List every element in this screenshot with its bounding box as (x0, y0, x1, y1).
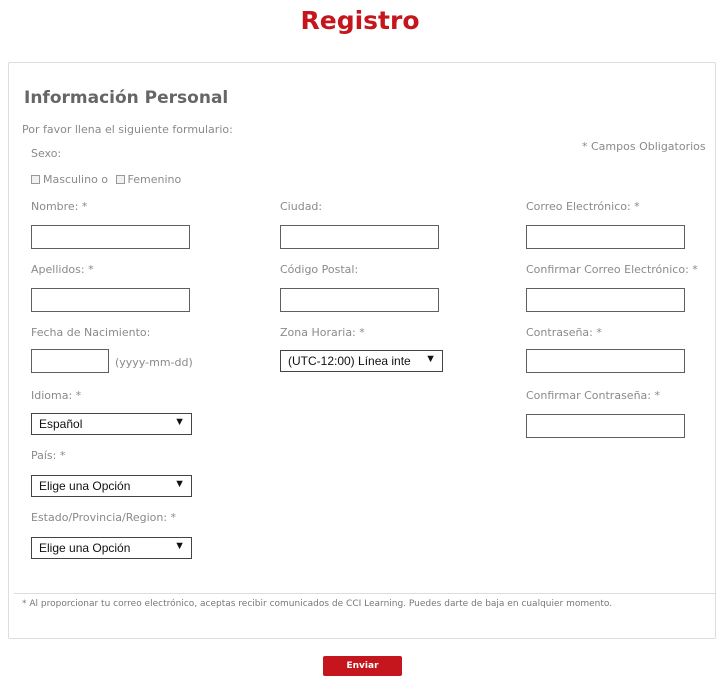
idioma-label: Idioma: * (31, 389, 82, 402)
correo-label: Correo Electrónico: * (526, 200, 640, 213)
triangle-down-icon: ▼ (174, 540, 185, 552)
zona-horaria-select[interactable]: (UTC-12:00) Línea inte ▼ (280, 350, 443, 372)
idioma-select[interactable]: Español ▼ (31, 413, 192, 435)
confirmar-correo-label: Confirmar Correo Electrónico: * (526, 263, 698, 276)
female-checkbox[interactable] (115, 175, 125, 184)
apellidos-label: Apellidos: * (31, 263, 94, 276)
required-note: * Campos Obligatorios (582, 140, 706, 153)
submit-button[interactable]: Enviar (323, 656, 402, 676)
triangle-down-icon: ▼ (174, 416, 185, 428)
zona-horaria-label: Zona Horaria: * (280, 326, 365, 339)
form-intro: Por favor llena el siguiente formulario: (22, 123, 233, 136)
section-title: Información Personal (24, 88, 229, 108)
ciudad-label: Ciudad: (280, 200, 323, 213)
pais-selected: Elige una Opción (39, 479, 131, 493)
nombre-input[interactable] (31, 225, 190, 249)
triangle-down-icon: ▼ (425, 353, 436, 365)
codigo-postal-input[interactable] (280, 288, 439, 312)
confirmar-correo-input[interactable] (526, 288, 685, 312)
female-label: Femenino (127, 173, 182, 186)
fecha-input[interactable] (31, 349, 109, 373)
contrasena-label: Contraseña: * (526, 326, 602, 339)
fecha-label: Fecha de Nacimiento: (31, 326, 151, 339)
confirmar-contrasena-input[interactable] (526, 414, 685, 438)
pais-select[interactable]: Elige una Opción ▼ (31, 475, 192, 497)
male-label: Masculino o (43, 173, 109, 186)
confirmar-contrasena-label: Confirmar Contraseña: * (526, 389, 660, 402)
correo-input[interactable] (526, 225, 685, 249)
pais-label: País: * (31, 449, 66, 462)
nombre-label: Nombre: * (31, 200, 88, 213)
estado-label: Estado/Provincia/Region: * (31, 511, 177, 524)
footnote-divider (14, 593, 716, 594)
apellidos-input[interactable] (31, 288, 190, 312)
estado-select[interactable]: Elige una Opción ▼ (31, 537, 192, 559)
fecha-hint: (yyyy-mm-dd) (115, 356, 193, 369)
sex-label: Sexo: (31, 147, 62, 160)
page-title: Registro (300, 6, 420, 35)
triangle-down-icon: ▼ (174, 478, 185, 490)
codigo-postal-label: Código Postal: (280, 263, 359, 276)
ciudad-input[interactable] (280, 225, 439, 249)
estado-selected: Elige una Opción (39, 541, 131, 555)
zona-horaria-selected: (UTC-12:00) Línea inte (288, 354, 411, 368)
email-consent-footnote: * Al proporcionar tu correo electrónico,… (22, 599, 613, 609)
sex-options: Masculino o Femenino (31, 173, 181, 186)
idioma-selected: Español (39, 417, 83, 431)
contrasena-input[interactable] (526, 349, 685, 373)
male-checkbox[interactable] (31, 175, 40, 184)
